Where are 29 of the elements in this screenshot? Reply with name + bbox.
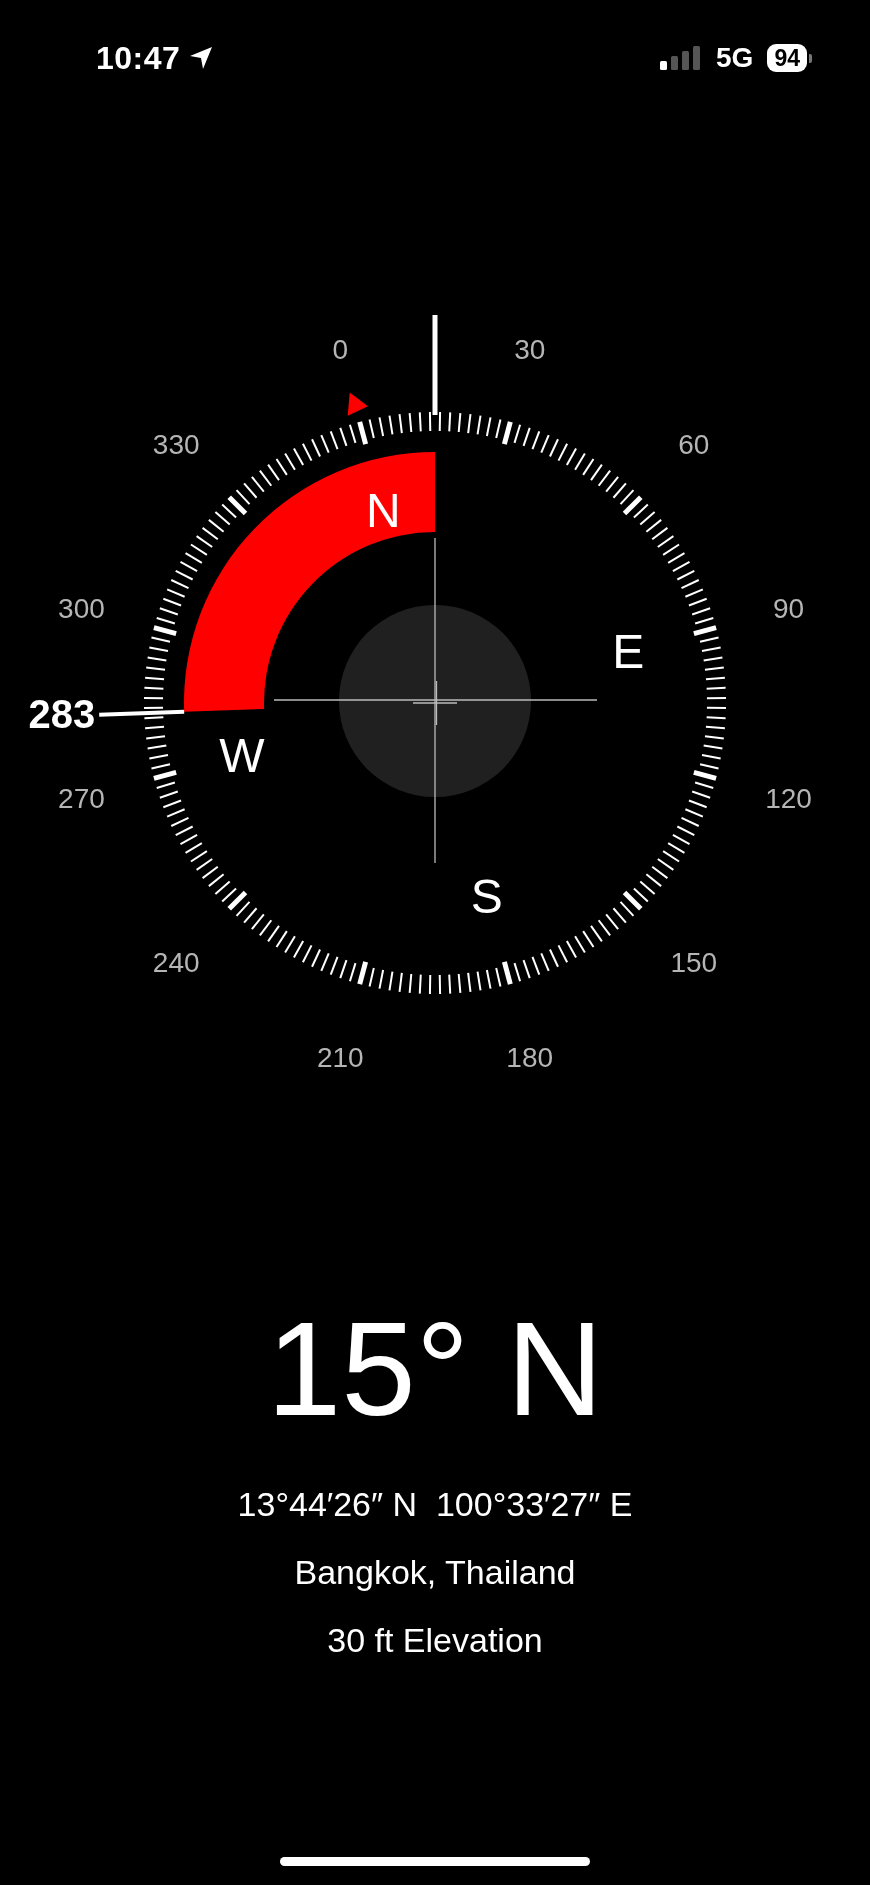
heading-readout: 15° N bbox=[266, 1302, 604, 1436]
cardinal-label: S bbox=[470, 870, 503, 924]
degree-label: 210 bbox=[316, 1041, 364, 1073]
degree-label: 240 bbox=[152, 946, 200, 978]
battery-cap-icon bbox=[809, 53, 812, 63]
degree-label: 300 bbox=[58, 593, 105, 625]
cardinal-label: N bbox=[365, 483, 401, 537]
bearing-label: 283 bbox=[28, 691, 96, 736]
degree-label: 60 bbox=[678, 429, 710, 461]
degree-label: 0 bbox=[332, 334, 349, 366]
network-type: 5G bbox=[716, 42, 754, 74]
north-triangle-icon bbox=[347, 392, 368, 416]
degree-label: 180 bbox=[506, 1041, 554, 1073]
cardinal-label: E bbox=[612, 625, 645, 679]
battery-indicator: 94 bbox=[767, 44, 807, 72]
elevation: 30 ft Elevation bbox=[327, 1620, 543, 1661]
degree-label: 30 bbox=[514, 334, 546, 366]
home-indicator[interactable] bbox=[280, 1857, 590, 1866]
signal-strength-icon bbox=[660, 46, 701, 70]
cardinal-label: W bbox=[219, 728, 265, 782]
degree-label: 90 bbox=[772, 593, 805, 625]
degree-label: 120 bbox=[765, 782, 812, 814]
location-arrow-icon bbox=[188, 45, 215, 71]
coordinates: 13°44′26″ N 100°33′27″ E bbox=[237, 1484, 633, 1525]
degree-label: 150 bbox=[670, 946, 718, 978]
degree-label: 330 bbox=[152, 429, 200, 461]
clock-time: 10:47 bbox=[96, 39, 181, 77]
degree-label: 270 bbox=[58, 782, 105, 814]
location-name: Bangkok, Thailand bbox=[294, 1552, 576, 1593]
